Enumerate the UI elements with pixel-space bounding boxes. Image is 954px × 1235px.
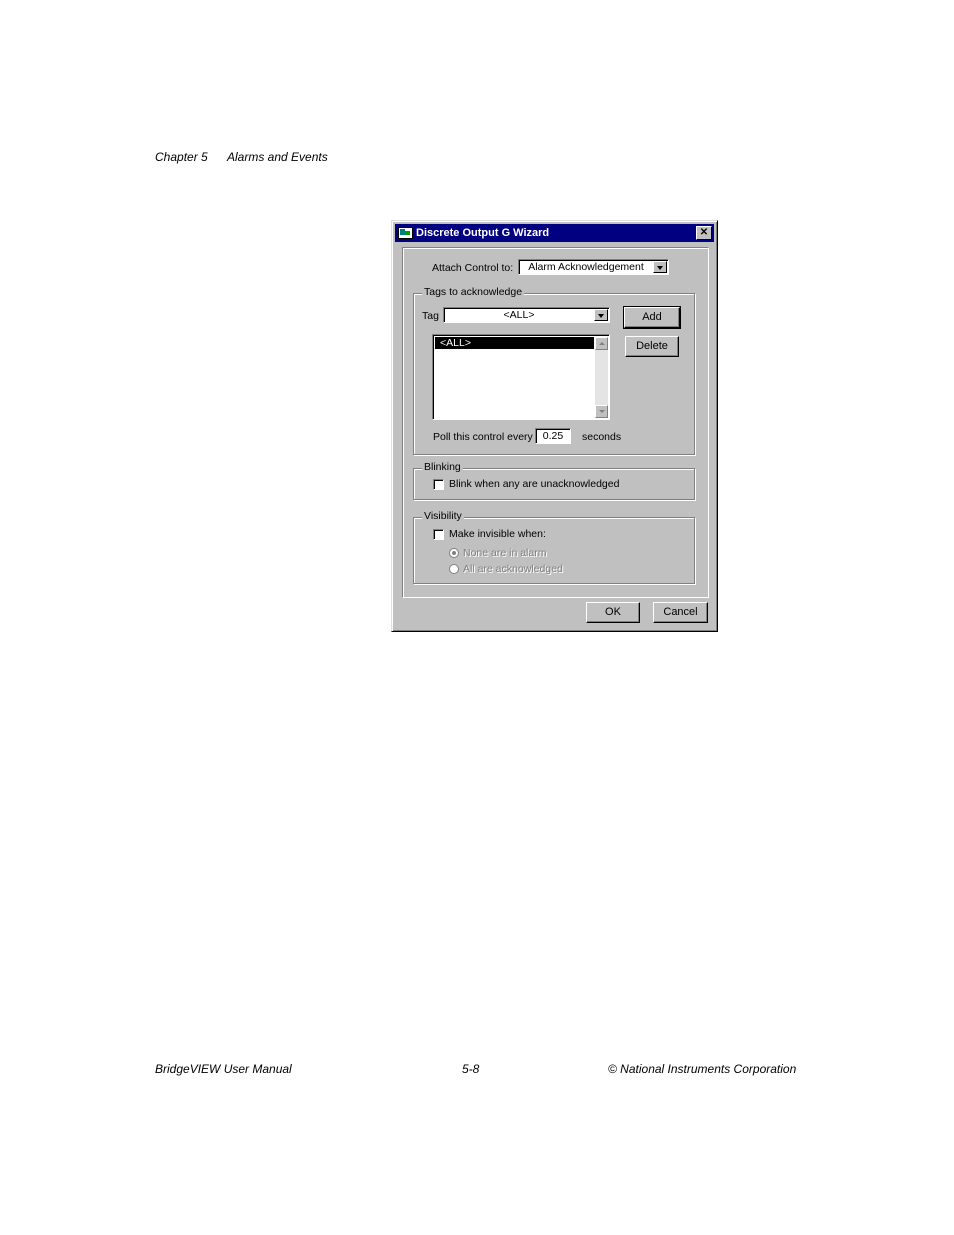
radio-all-acknowledged[interactable] (449, 564, 459, 574)
tag-value: <ALL> (503, 309, 535, 321)
attach-control-select[interactable]: Alarm Acknowledgement (518, 259, 669, 275)
list-scrollbar[interactable] (595, 337, 608, 418)
section-title: Alarms and Events (227, 150, 328, 164)
tag-list[interactable]: <ALL> (432, 334, 610, 420)
visibility-group-title: Visibility (422, 510, 464, 522)
manual-title: BridgeVIEW User Manual (155, 1062, 292, 1076)
scroll-down-icon[interactable] (595, 405, 608, 418)
scroll-up-icon[interactable] (595, 337, 608, 350)
copyright: © National Instruments Corporation (608, 1062, 797, 1076)
add-button[interactable]: Add (623, 306, 681, 329)
blinking-group-title: Blinking (422, 461, 463, 473)
blink-checkbox-label: Blink when any are unacknowledged (449, 478, 620, 490)
page-number: 5-8 (462, 1062, 480, 1076)
ok-button[interactable]: OK (586, 602, 640, 623)
blink-checkbox[interactable] (433, 479, 444, 490)
invisible-checkbox-label: Make invisible when: (449, 528, 546, 540)
delete-button[interactable]: Delete (625, 336, 679, 357)
attach-control-value: Alarm Acknowledgement (528, 261, 644, 273)
poll-interval-input[interactable]: 0.25 (535, 428, 571, 444)
invisible-checkbox[interactable] (433, 529, 444, 540)
dropdown-arrow-icon[interactable] (594, 309, 608, 321)
chapter-label: Chapter 5 (155, 150, 208, 164)
radio-none-in-alarm-label: None are in alarm (463, 547, 547, 559)
list-item[interactable]: <ALL> (435, 337, 594, 349)
dialog-title: Discrete Output G Wizard (416, 227, 550, 239)
cancel-button[interactable]: Cancel (653, 602, 708, 623)
tags-group-title: Tags to acknowledge (422, 286, 525, 298)
visibility-group: Visibility Make invisible when: None are… (413, 510, 695, 584)
close-icon[interactable]: ✕ (696, 226, 712, 240)
radio-all-acknowledged-label: All are acknowledged (463, 563, 563, 575)
wizard-dialog: Discrete Output G Wizard ✕ Attach Contro… (391, 220, 718, 632)
tags-group: Tags to acknowledge Tag <ALL> Add Delete… (413, 286, 695, 455)
poll-label: Poll this control every (433, 431, 533, 443)
tag-select[interactable]: <ALL> (443, 307, 610, 323)
dropdown-arrow-icon[interactable] (653, 261, 667, 273)
tag-label: Tag (422, 310, 439, 322)
radio-none-in-alarm[interactable] (449, 548, 459, 558)
title-bar: Discrete Output G Wizard ✕ (395, 224, 714, 242)
poll-unit-label: seconds (582, 431, 622, 443)
blinking-group: Blinking Blink when any are unacknowledg… (413, 461, 695, 500)
attach-control-label: Attach Control to: (432, 262, 514, 274)
wizard-panel: Attach Control to: Alarm Acknowledgement… (402, 247, 709, 598)
app-icon (398, 227, 413, 239)
